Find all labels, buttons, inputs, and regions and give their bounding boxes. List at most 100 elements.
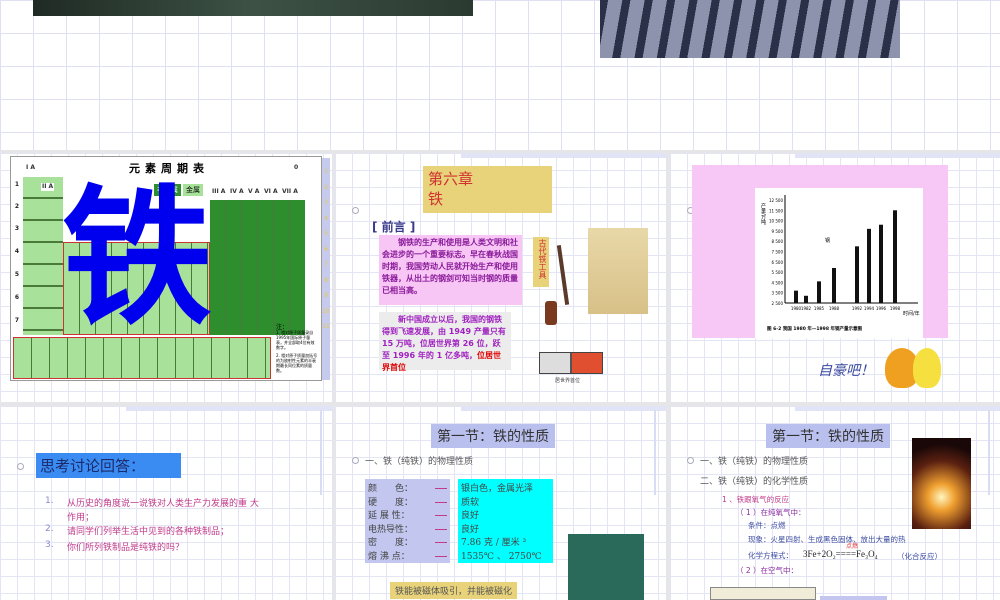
period-number: 5 [13,271,21,279]
property-name: 颜 色： [368,484,414,494]
element-cells-right [210,200,305,335]
slide-thumbnail-3[interactable]: 2 500 3 500 4 500 5 500 6 500 7 500 8 500 9 500… [670,153,1000,402]
group-label-iva: IV A [229,188,245,196]
bar-1982 [804,295,808,303]
bullet-ring-icon [352,207,359,214]
property-value: 银白色，金属光泽 [461,484,534,494]
chapter-title-line2: 铁 [428,190,444,208]
x-tick-label: 1988 [829,306,840,311]
chapter-title-box: 第六章 铁 [423,166,552,213]
physical-heading: 一、铁（纯铁）的物理性质 [700,457,809,467]
group-label-iiia: III A [211,188,227,196]
slide-thumbnail-4[interactable]: 思考讨论回答： 1. 从历史的角度说一说铁对人类生产力发展的重 大 作用； 2.… [0,406,332,600]
period-number: 4 [13,248,21,256]
bullet-ring-icon [17,463,24,470]
question-1-number: 1. [45,496,54,506]
note-1: 1. 相对原子质量录自1995年国际原子量表，并全部取4位有效数字。 [276,330,315,350]
connector-dash [435,515,447,516]
equation-label: 化学方程式： [748,551,793,560]
oxygen-reaction-heading: 1 、铁跟氧气的反应 [722,495,790,504]
side-number: 4 [324,214,328,222]
y-tick-label: 10 500 [769,219,783,224]
side-number: 9 [324,292,328,299]
property-value: 7.86 克 / 厘米 ³ [461,538,527,548]
x-tick-label: 1982 [801,306,812,311]
question-1: 从历史的角度说一说铁对人类生产力发展的重 大 [67,499,259,509]
stamp-caption: 居世界首位 [555,378,581,384]
top-bar [460,406,666,411]
top-bar [795,406,1000,411]
x-tick-label: 1998 [890,306,901,311]
y-tick-label: 2 500 [772,301,784,306]
top-bar [795,153,1000,158]
question-2: 请同学们列举生活中见到的各种铁制品； [67,527,230,537]
magnet-cartoon-image [568,534,644,600]
series-label: 钢 [825,237,830,244]
y-axis-label: 产量/万吨 [760,202,766,225]
connector-dash [435,501,447,503]
group-label-0: 0 [293,164,300,172]
condition: 条件：点燃 [748,521,786,530]
iron-sword-image [556,245,570,305]
decor-line [320,410,322,495]
property-value: 1535℃ 、 2750℃ [461,551,542,562]
x-tick-label: 1994 [864,306,875,311]
y-tick-label: 3 500 [772,291,784,296]
question-1-cont: 作用； [67,513,95,523]
period-number: 3 [13,225,21,233]
snow-shadows-photo [600,0,900,58]
group-label-iia: II A [41,183,55,191]
cartoon-character-2 [913,348,941,388]
slide-4-title: 思考讨论回答： [36,453,181,478]
connector-dash [435,528,447,530]
bar-1980 [794,290,798,303]
preface-heading: [ 前言 ] [372,220,416,234]
slide-thumbnail-2[interactable]: 第六章 铁 [ 前言 ] 钢铁的生产和使用是人类文明和社会进步的一个重要标志。早… [335,153,666,402]
chemical-heading: 二、铁（纯铁）的化学性质 [700,477,809,487]
phenomenon: 现象：火星四射、生成黑色固体、放出大量的热 [748,535,906,544]
connector-dash [435,542,447,543]
property-name: 延 展 性： [368,511,410,521]
group-label-ia: I A [25,164,36,172]
slide-6-title: 第一节：铁的性质 [766,424,890,448]
period-number: 6 [13,294,21,302]
slide-thumbnail-6[interactable]: 第一节：铁的性质 一、铁（纯铁）的物理性质 二、铁（纯铁）的化学性质 1 、铁跟… [670,406,1000,600]
physical-properties-heading: 一、铁（纯铁）的物理性质 [365,457,474,467]
pure-oxygen-heading: （ 1 ）在纯氧气中： [736,508,806,517]
connector-dash [435,555,447,557]
question-3: 你们所列铁制品是纯铁的吗？ [67,543,185,553]
y-tick-label: 11 500 [769,208,783,213]
side-number: 5 [324,230,328,237]
group-label-viia: VII A [281,188,299,196]
iron-tool-image [545,301,557,325]
y-tick-label: 4 500 [772,280,784,285]
bar-1992 [855,246,859,303]
property-name: 密 度： [368,538,414,548]
bullet-ring-icon [352,457,359,464]
period-number: 7 [13,317,21,325]
side-number: 8 [324,276,328,284]
y-tick-label: 7 500 [772,250,784,255]
reaction-type: （化合反应） [897,552,942,561]
y-tick-label: 5 500 [772,270,784,275]
side-number: 7 [324,261,328,268]
preface-paragraph-1: 钢铁的生产和使用是人类文明和社会进步的一个重要标志。早在春秋战国时期，我国劳动人… [379,235,522,305]
proud-text: 自豪吧！ [818,363,874,379]
in-air-heading: （ 2 ）在空气中： [736,566,799,575]
slide-thumbnail-1[interactable]: 元素周期表 非金属 金属 I A II A III A IV A V A VI … [0,153,332,402]
magnet-note: 铁能被磁体吸引，并能被磁化 [390,582,518,599]
bar-1998 [893,210,897,303]
slide-thumbnail-5[interactable]: 第一节：铁的性质 一、铁（纯铁）的物理性质 颜 色： 银白色，金属光泽硬 度： … [335,406,666,600]
top-bar [460,153,666,158]
top-bar [126,406,332,411]
big-iron-character: 铁 [62,170,213,346]
question-2-number: 2. [45,524,54,534]
decor-line [988,410,990,495]
preface-paragraph-2: 新中国成立以后，我国的钢铁得到飞速发展，由 1949 产量只有 15 万吨，位居… [379,312,511,372]
bar-1985 [817,281,821,303]
period-number: 2 [13,203,21,211]
element-cells-left [23,177,63,335]
side-number-strip: 1 2 3 4 5 6 7 8 9 10 11 [322,158,330,380]
y-tick-label: 8 500 [772,239,784,244]
x-axis-label: 时间/年 [903,310,920,317]
